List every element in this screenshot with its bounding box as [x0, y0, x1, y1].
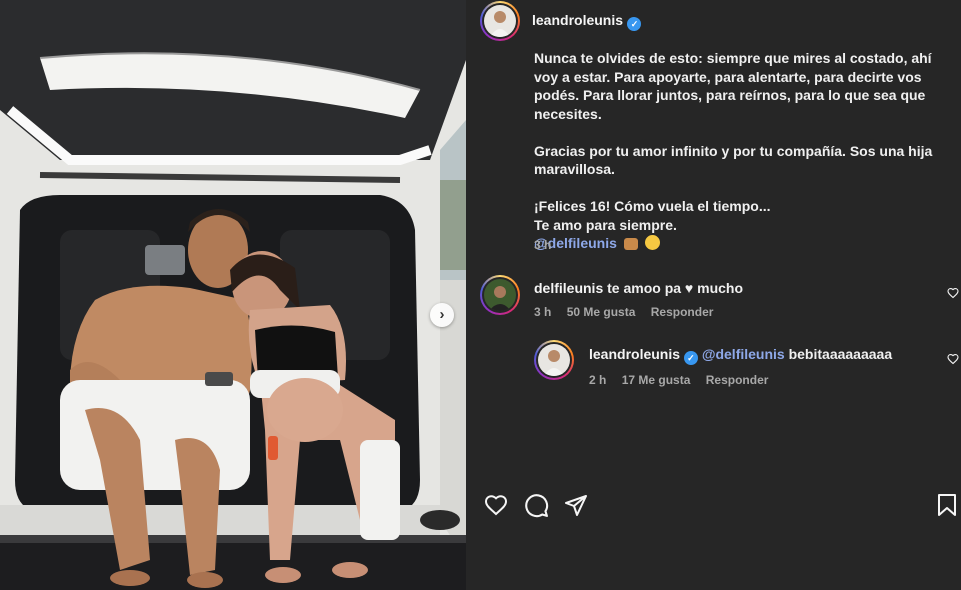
- comment-likes-count[interactable]: 50 Me gusta: [567, 305, 636, 319]
- comment-like-heart-icon[interactable]: [947, 353, 959, 365]
- reply-author-avatar[interactable]: [534, 340, 574, 380]
- caption-paragraph-1: Nunca te olvides de esto: siempre que mi…: [534, 50, 932, 122]
- comment-time: 2 h: [589, 373, 607, 387]
- post-panel: leandroleunis ✓ Nunca te olvides de esto…: [466, 0, 961, 590]
- comment-1-meta: 3 h 50 Me gusta Responder: [534, 305, 725, 319]
- next-photo-button[interactable]: ›: [430, 303, 454, 327]
- comment-like-heart-icon[interactable]: [947, 287, 959, 299]
- verified-badge-icon: ✓: [627, 17, 642, 31]
- photo-illustration: [0, 0, 466, 590]
- comment-text: te amoo pa: [607, 280, 682, 296]
- caption-paragraph-2: Gracias por tu amor infinito y por tu co…: [534, 142, 933, 178]
- comment-icon[interactable]: [524, 493, 549, 518]
- comment-text: bebitaaaaaaaaa: [788, 346, 893, 362]
- white-heart-emoji-icon: ♥: [684, 280, 694, 296]
- comment-text: mucho: [697, 280, 744, 296]
- verified-badge-icon: ✓: [683, 351, 698, 365]
- post-caption: Nunca te olvides de esto: siempre que mi…: [534, 49, 949, 253]
- comment-1: delfileunis te amoo pa ♥ mucho: [534, 280, 743, 296]
- bookmark-icon[interactable]: [936, 493, 958, 517]
- author-username[interactable]: leandroleunis: [532, 12, 623, 28]
- post-time: 3 h: [534, 238, 552, 252]
- avatar-image: [484, 279, 516, 311]
- author-header: leandroleunis ✓: [532, 12, 642, 31]
- send-icon[interactable]: [564, 493, 588, 517]
- comment-mention-link[interactable]: @delfileunis: [702, 346, 785, 362]
- caption-line: Te amo para siempre.: [534, 216, 677, 233]
- avatar-image: [484, 5, 516, 37]
- commenter-avatar[interactable]: [480, 275, 520, 315]
- reply-button[interactable]: Responder: [706, 373, 769, 387]
- cake-emoji-icon: [623, 238, 638, 250]
- comment-2-meta: 2 h 17 Me gusta Responder: [589, 373, 780, 387]
- reply-button[interactable]: Responder: [651, 305, 714, 319]
- caption-paragraph-3: ¡Felices 16! Cómo vuela el tiempo... Te …: [534, 197, 949, 253]
- post-photo[interactable]: ›: [0, 0, 466, 590]
- comment-username[interactable]: leandroleunis: [589, 346, 680, 362]
- comment-username[interactable]: delfileunis: [534, 280, 603, 296]
- caption-line: ¡Felices 16! Cómo vuela el tiempo...: [534, 198, 771, 214]
- smiling-face-emoji-icon: [644, 235, 660, 250]
- comment-time: 3 h: [534, 305, 552, 319]
- chevron-right-icon: ›: [439, 306, 445, 323]
- comment-likes-count[interactable]: 17 Me gusta: [622, 373, 691, 387]
- author-avatar[interactable]: [480, 1, 520, 41]
- avatar-image: [538, 344, 570, 376]
- comment-2: leandroleunis ✓ @delfileunis bebitaaaaaa…: [589, 346, 892, 365]
- heart-icon[interactable]: [483, 493, 509, 517]
